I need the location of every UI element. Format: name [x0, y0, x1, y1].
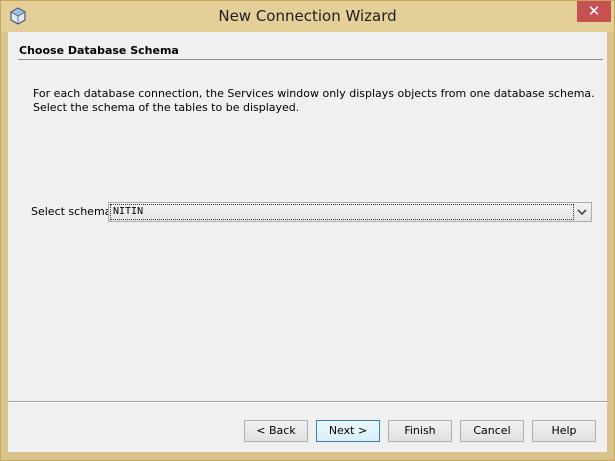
- help-button[interactable]: Help: [532, 420, 596, 442]
- close-icon: ✕: [587, 2, 601, 20]
- window-bottom-border: [1, 453, 614, 460]
- wizard-window: New Connection Wizard ✕ Choose Database …: [0, 0, 615, 461]
- schema-select[interactable]: NITIN: [108, 202, 592, 222]
- window-title: New Connection Wizard: [218, 7, 397, 25]
- wizard-panel: Choose Database Schema For each database…: [8, 32, 607, 452]
- title-bar[interactable]: New Connection Wizard ✕: [1, 1, 614, 32]
- description-line-2: Select the schema of the tables to be di…: [33, 101, 300, 114]
- chevron-down-icon: [577, 209, 587, 216]
- next-button[interactable]: Next >: [316, 420, 380, 442]
- finish-button[interactable]: Finish: [388, 420, 452, 442]
- footer-divider-highlight: [8, 402, 607, 403]
- schema-selected-value: NITIN: [110, 204, 574, 220]
- description-line-1: For each database connection, the Servic…: [33, 87, 595, 100]
- step-title-divider: [18, 59, 603, 60]
- close-button[interactable]: ✕: [577, 1, 611, 22]
- schema-label: Select schema:: [31, 205, 116, 218]
- cancel-button[interactable]: Cancel: [460, 420, 524, 442]
- back-button[interactable]: < Back: [244, 420, 308, 442]
- step-title: Choose Database Schema: [19, 44, 179, 57]
